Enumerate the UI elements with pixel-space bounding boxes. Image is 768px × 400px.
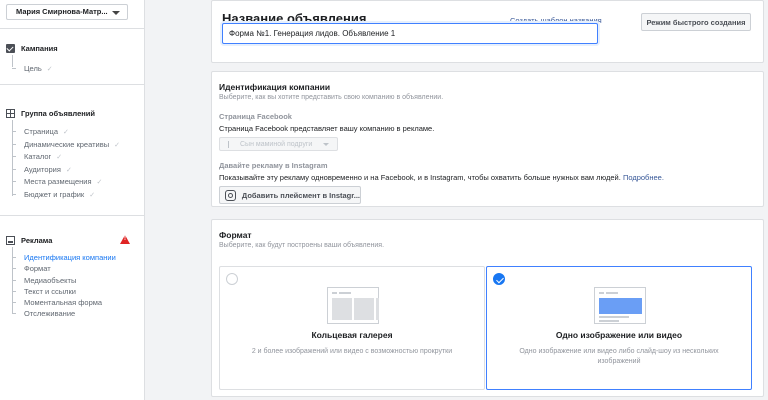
- sidebar-item-label: Цель: [24, 64, 42, 73]
- sidebar-item-label: Аудитория: [24, 165, 61, 174]
- facebook-page-desc: Страница Facebook представляет вашу комп…: [219, 124, 435, 133]
- sidebar-section-label: Группа объявлений: [21, 108, 95, 118]
- account-name: Мария Смирнова-Матр...: [16, 7, 108, 16]
- format-option-title: Одно изображение или видео: [555, 330, 683, 340]
- add-instagram-label: Добавить плейсмент в Instagr...: [241, 190, 360, 200]
- sidebar-item-label: Моментальная форма: [24, 298, 103, 307]
- checkbox-icon: [6, 43, 15, 53]
- sidebar-item-label: Динамические креативы: [24, 140, 110, 149]
- quick-create-button[interactable]: Режим быстрого создания: [641, 13, 751, 31]
- sidebar-section-label: Реклама: [21, 235, 53, 245]
- identity-panel: Идентификация компании Выберите, как вы …: [211, 71, 764, 207]
- single-image-preview-icon: [594, 287, 646, 324]
- format-subtitle: Выберите, как будут построены ваши объяв…: [219, 242, 385, 249]
- sidebar-item-label: Отслеживание: [24, 309, 76, 318]
- sidebar-item-label: Текст и ссылки: [24, 287, 76, 296]
- format-option-single[interactable]: Одно изображение или видео Одно изображе…: [486, 266, 752, 390]
- identity-title: Идентификация компании: [219, 82, 331, 92]
- sidebar-item-identity[interactable]: Идентификация компании: [12, 252, 116, 263]
- radio-button[interactable]: [226, 273, 238, 285]
- ad-name-panel: Название объявления Создать шаблон назва…: [211, 0, 764, 63]
- sidebar-item-label: Формат: [24, 264, 51, 273]
- sidebar-item-objective[interactable]: Цель ✓: [12, 63, 53, 74]
- radio-button-checked[interactable]: [493, 273, 505, 285]
- sidebar-item-campaign[interactable]: Кампания: [6, 42, 58, 54]
- instagram-desc: Показывайте эту рекламу одновременно и н…: [219, 173, 664, 182]
- add-instagram-placement-button[interactable]: Добавить плейсмент в Instagr...: [219, 186, 361, 204]
- sidebar-item-audience[interactable]: Аудитория ✓: [12, 164, 72, 175]
- check-icon: ✓: [56, 153, 63, 161]
- check-icon: ✓: [89, 191, 96, 199]
- sidebar-item-label: Каталог: [24, 152, 52, 161]
- facebook-page-label: Страница Facebook: [219, 112, 292, 121]
- sidebar-item-instant-form[interactable]: Моментальная форма: [12, 297, 102, 308]
- sidebar-item-budget[interactable]: Бюджет и график ✓: [12, 189, 95, 200]
- check-icon: ✓: [96, 178, 103, 186]
- divider: [0, 215, 145, 216]
- learn-more-link[interactable]: Подробнее.: [623, 173, 664, 182]
- ad-icon: [6, 235, 15, 245]
- instagram-icon: [225, 189, 236, 201]
- format-option-carousel[interactable]: Кольцевая галерея 2 и более изображений …: [219, 266, 485, 390]
- sidebar-item-label: Идентификация компании: [24, 253, 116, 262]
- warning-icon: !: [120, 235, 130, 244]
- sidebar-item-catalog[interactable]: Каталог ✓: [12, 151, 62, 162]
- sidebar-item-text-links[interactable]: Текст и ссылки: [12, 286, 76, 297]
- sidebar-item-media[interactable]: Медиаобъекты: [12, 275, 76, 286]
- check-icon: ✓: [114, 141, 120, 149]
- instagram-label: Давайте рекламу в Instagram: [219, 161, 328, 170]
- sidebar-item-placements[interactable]: Места размещения ✓: [12, 176, 102, 187]
- sidebar-item-label: Медиаобъекты: [24, 276, 77, 285]
- sidebar: Мария Смирнова-Матр... Кампания Цель ✓ Гр…: [0, 0, 145, 400]
- check-icon: ✓: [63, 128, 69, 136]
- account-selector[interactable]: Мария Смирнова-Матр...: [6, 4, 128, 20]
- sidebar-item-page[interactable]: Страница ✓: [12, 126, 69, 137]
- sidebar-item-format[interactable]: Формат: [12, 263, 51, 274]
- check-icon: ✓: [65, 166, 72, 174]
- sidebar-item-label: Страница: [24, 127, 58, 136]
- chevron-down-icon: [112, 11, 120, 15]
- chevron-down-icon: [323, 143, 329, 146]
- grid-icon: [6, 108, 15, 118]
- sidebar-section-label: Кампания: [21, 43, 58, 53]
- sidebar-item-adset[interactable]: Группа объявлений: [6, 107, 95, 119]
- sidebar-item-ad[interactable]: Реклама: [6, 234, 52, 246]
- carousel-preview-icon: [327, 287, 379, 324]
- format-title: Формат: [219, 230, 252, 240]
- sidebar-item-label: Бюджет и график: [24, 190, 85, 199]
- divider: [0, 28, 145, 29]
- facebook-page-select[interactable]: Сын маминой подруги: [219, 137, 338, 151]
- format-option-desc: 2 и более изображений или видео с возмож…: [251, 348, 453, 355]
- sidebar-item-label: Места размещения: [24, 177, 92, 186]
- divider: [0, 84, 145, 85]
- facebook-page-value: Сын маминой подруги: [240, 140, 313, 148]
- format-panel: Формат Выберите, как будут построены ваш…: [211, 219, 764, 397]
- identity-subtitle: Выберите, как вы хотите представить свою…: [219, 94, 444, 101]
- check-icon: ✓: [46, 65, 53, 73]
- sidebar-item-dynamic-creative[interactable]: Динамические креативы ✓: [12, 139, 120, 150]
- sidebar-item-tracking[interactable]: Отслеживание: [12, 308, 75, 319]
- ad-name-input[interactable]: [222, 23, 598, 44]
- page-icon: [228, 141, 234, 148]
- format-option-desc: Одно изображение или видео либо слайд-шо…: [519, 348, 719, 365]
- instagram-desc-text: Показывайте эту рекламу одновременно и н…: [219, 173, 621, 182]
- format-option-title: Кольцевая галерея: [311, 330, 393, 340]
